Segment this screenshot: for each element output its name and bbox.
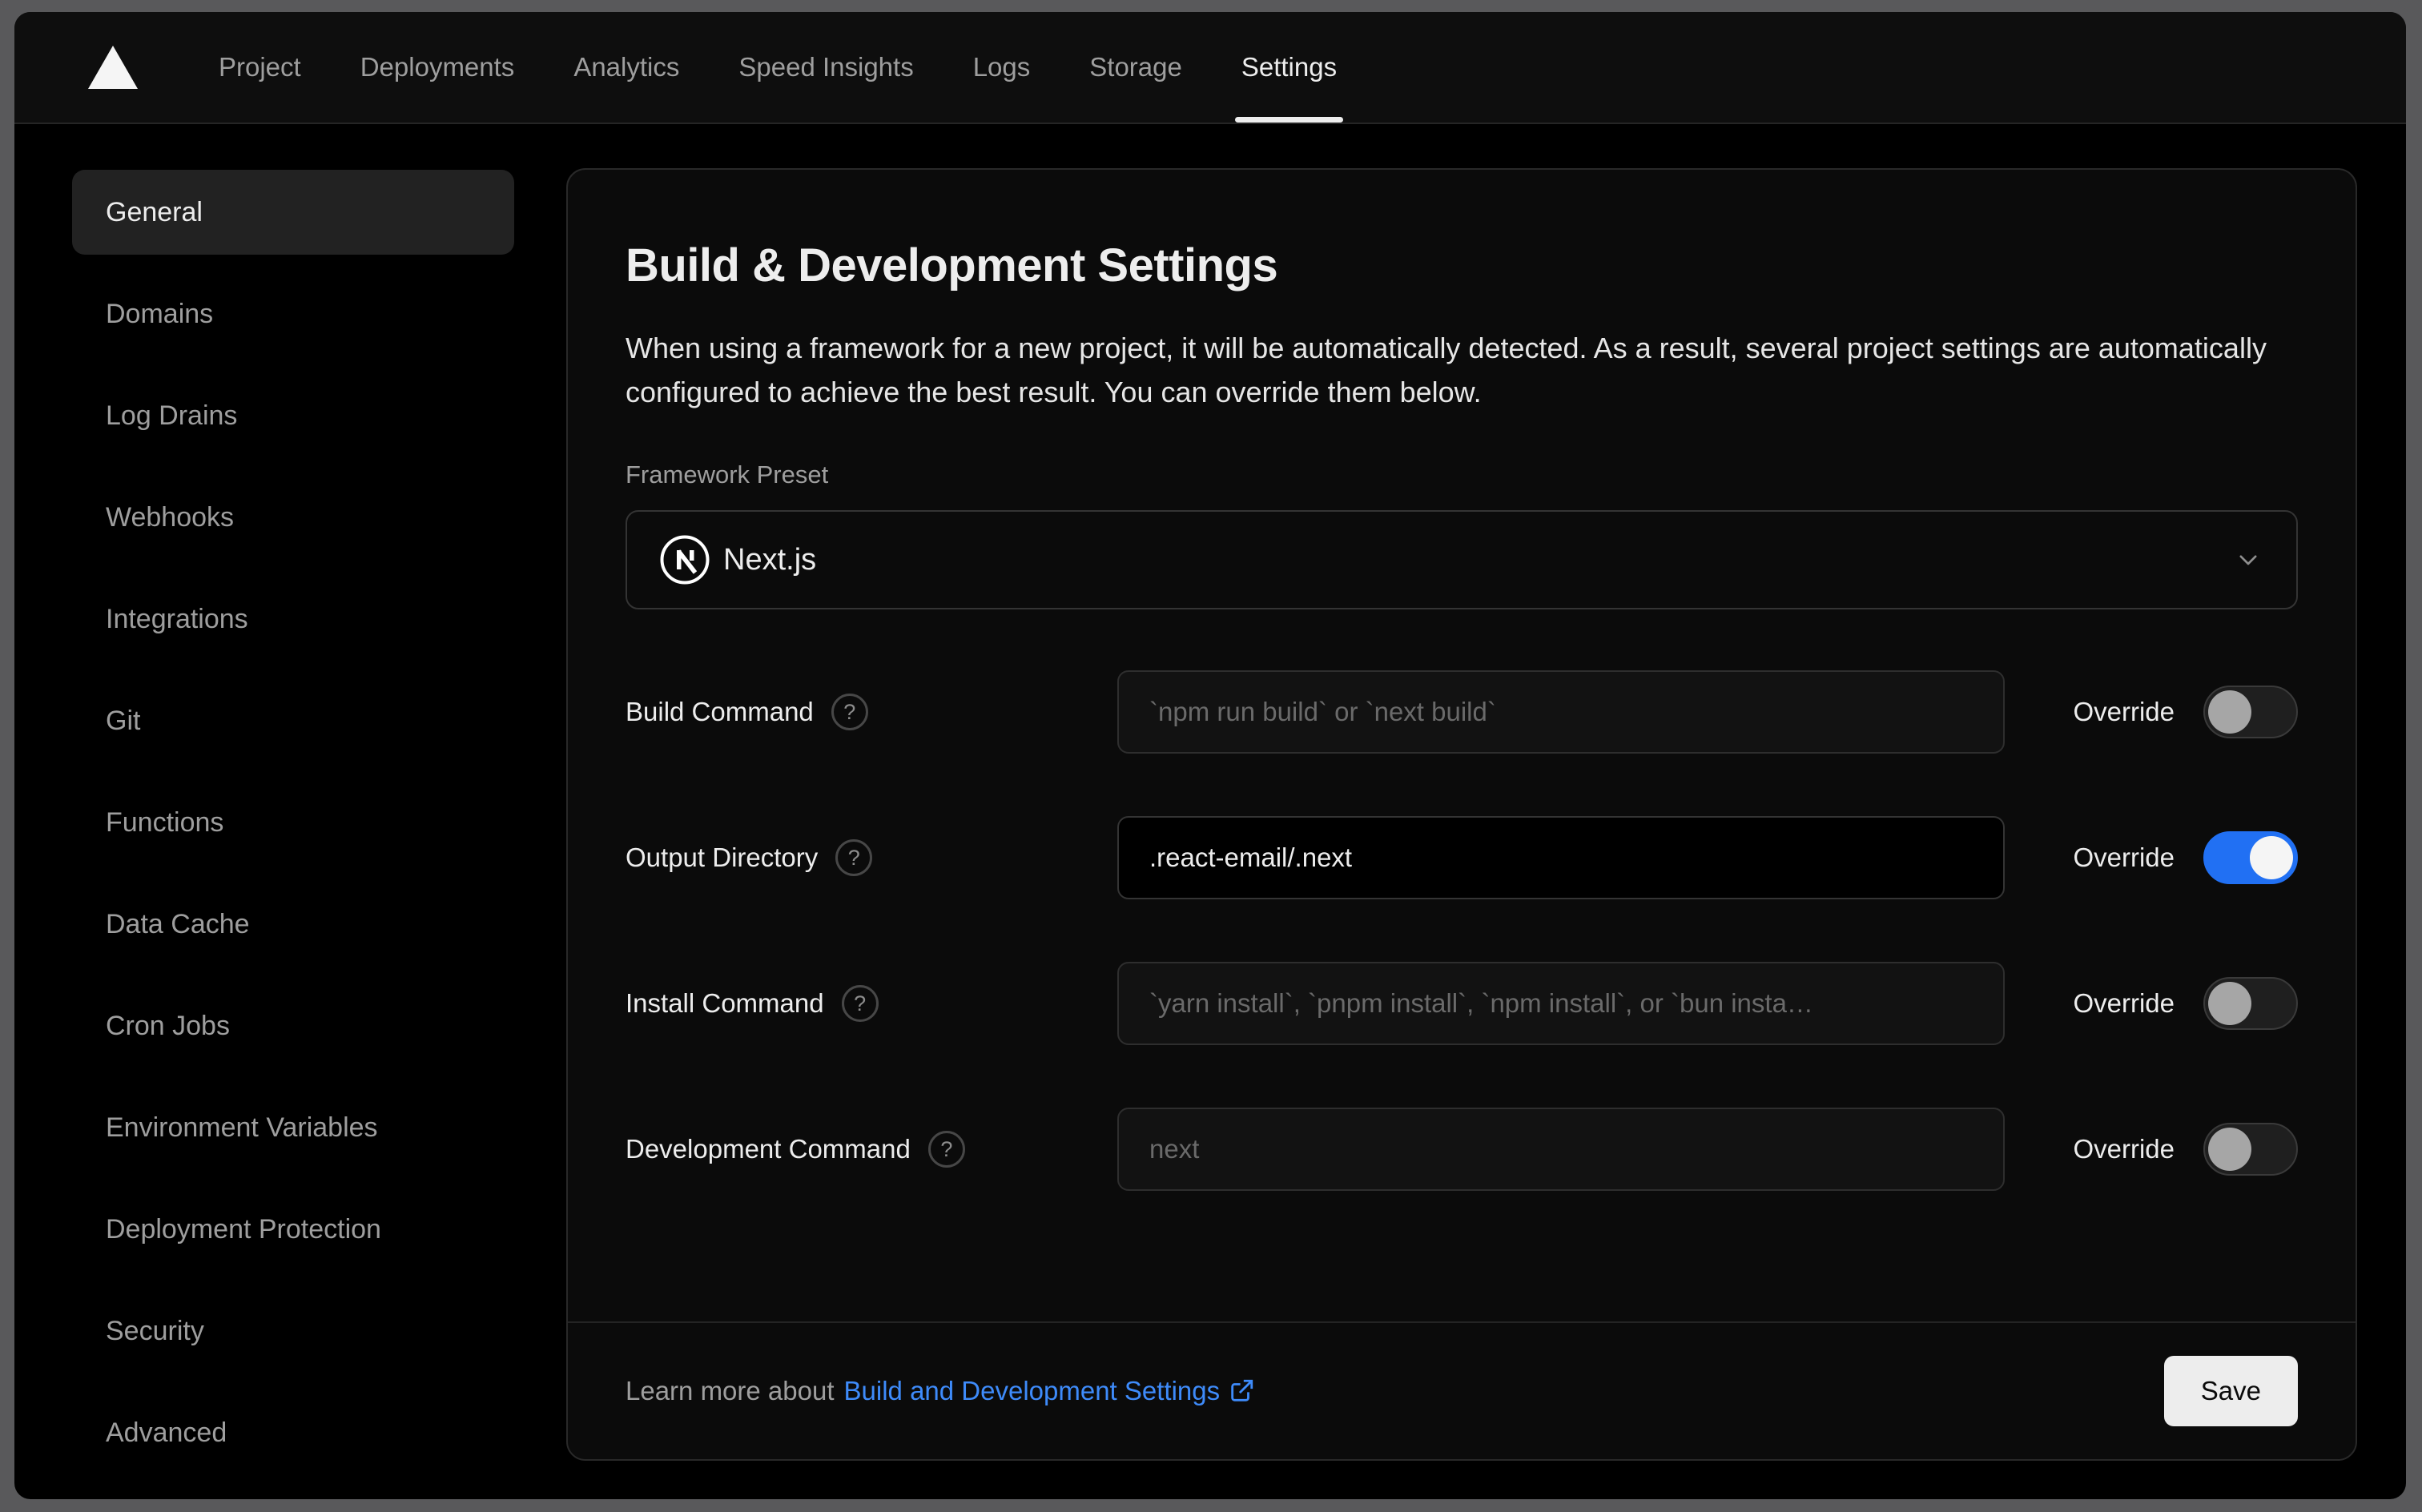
help-icon[interactable]: ?	[841, 985, 879, 1023]
settings-sidebar: General Domains Log Drains Webhooks Inte…	[72, 170, 514, 1492]
sidebar-item-webhooks[interactable]: Webhooks	[72, 475, 514, 560]
output-directory-override-toggle[interactable]	[2203, 831, 2298, 885]
framework-preset-select[interactable]: Next.js	[626, 510, 2298, 610]
sidebar-item-deployment-protection[interactable]: Deployment Protection	[72, 1187, 514, 1272]
tab-settings[interactable]: Settings	[1212, 12, 1366, 123]
development-command-row: Development Command ? Override	[626, 1108, 2298, 1192]
framework-preset-label: Framework Preset	[626, 460, 829, 489]
sidebar-item-general[interactable]: General	[72, 170, 514, 255]
chevron-down-icon	[2239, 555, 2257, 565]
vercel-logo-icon[interactable]	[88, 46, 138, 89]
development-command-override-toggle[interactable]	[2203, 1123, 2298, 1176]
sidebar-item-environment-variables[interactable]: Environment Variables	[72, 1085, 514, 1170]
install-command-label: Install Command	[626, 988, 824, 1019]
install-command-input[interactable]	[1117, 962, 2005, 1046]
tab-project[interactable]: Project	[189, 12, 331, 123]
build-command-override-toggle[interactable]	[2203, 686, 2298, 739]
sidebar-item-domains[interactable]: Domains	[72, 271, 514, 356]
build-command-input[interactable]	[1117, 670, 2005, 754]
sidebar-item-log-drains[interactable]: Log Drains	[72, 373, 514, 458]
override-label: Override	[2073, 1134, 2175, 1164]
nextjs-logo-icon	[660, 535, 710, 585]
app-window: Project Deployments Analytics Speed Insi…	[14, 12, 2406, 1499]
tab-speed-insights[interactable]: Speed Insights	[709, 12, 943, 123]
install-command-override-toggle[interactable]	[2203, 977, 2298, 1031]
development-command-label: Development Command	[626, 1134, 911, 1164]
help-icon[interactable]: ?	[835, 839, 873, 877]
development-command-input[interactable]	[1117, 1108, 2005, 1192]
output-directory-row: Output Directory ? Override	[626, 816, 2298, 900]
sidebar-item-security[interactable]: Security	[72, 1289, 514, 1373]
tab-analytics[interactable]: Analytics	[544, 12, 709, 123]
sidebar-item-integrations[interactable]: Integrations	[72, 577, 514, 662]
docs-link-label: Build and Development Settings	[843, 1376, 1221, 1405]
page-title: Build & Development Settings	[626, 239, 1278, 292]
build-settings-card: Build & Development Settings When using …	[566, 168, 2357, 1461]
tab-deployments[interactable]: Deployments	[331, 12, 545, 123]
sidebar-item-advanced[interactable]: Advanced	[72, 1390, 514, 1475]
output-directory-input[interactable]	[1117, 816, 2005, 900]
save-button[interactable]: Save	[2163, 1356, 2298, 1426]
external-link-icon	[1231, 1379, 1253, 1401]
build-command-label: Build Command	[626, 697, 814, 727]
override-label: Override	[2073, 988, 2175, 1019]
sidebar-item-cron-jobs[interactable]: Cron Jobs	[72, 983, 514, 1068]
learn-more-text: Learn more about	[626, 1376, 835, 1405]
section-description: When using a framework for a new project…	[626, 332, 2267, 409]
override-label: Override	[2073, 697, 2175, 727]
sidebar-item-functions[interactable]: Functions	[72, 780, 514, 865]
tab-storage[interactable]: Storage	[1060, 12, 1212, 123]
override-label: Override	[2073, 842, 2175, 873]
sidebar-item-git[interactable]: Git	[72, 678, 514, 763]
tab-logs[interactable]: Logs	[943, 12, 1060, 123]
build-settings-docs-link[interactable]: Build and Development Settings	[844, 1376, 1256, 1406]
help-icon[interactable]: ?	[831, 694, 868, 731]
top-nav: Project Deployments Analytics Speed Insi…	[14, 12, 2406, 124]
nav-tabs: Project Deployments Analytics Speed Insi…	[189, 12, 1366, 123]
sidebar-item-data-cache[interactable]: Data Cache	[72, 882, 514, 967]
install-command-row: Install Command ? Override	[626, 962, 2298, 1046]
settings-rows: Build Command ? Override Output Director…	[626, 670, 2298, 1192]
output-directory-label: Output Directory	[626, 842, 819, 873]
framework-preset-value: Next.js	[723, 542, 817, 577]
card-footer: Learn more about Build and Development S…	[568, 1321, 2356, 1459]
help-icon[interactable]: ?	[927, 1131, 965, 1168]
build-command-row: Build Command ? Override	[626, 670, 2298, 754]
